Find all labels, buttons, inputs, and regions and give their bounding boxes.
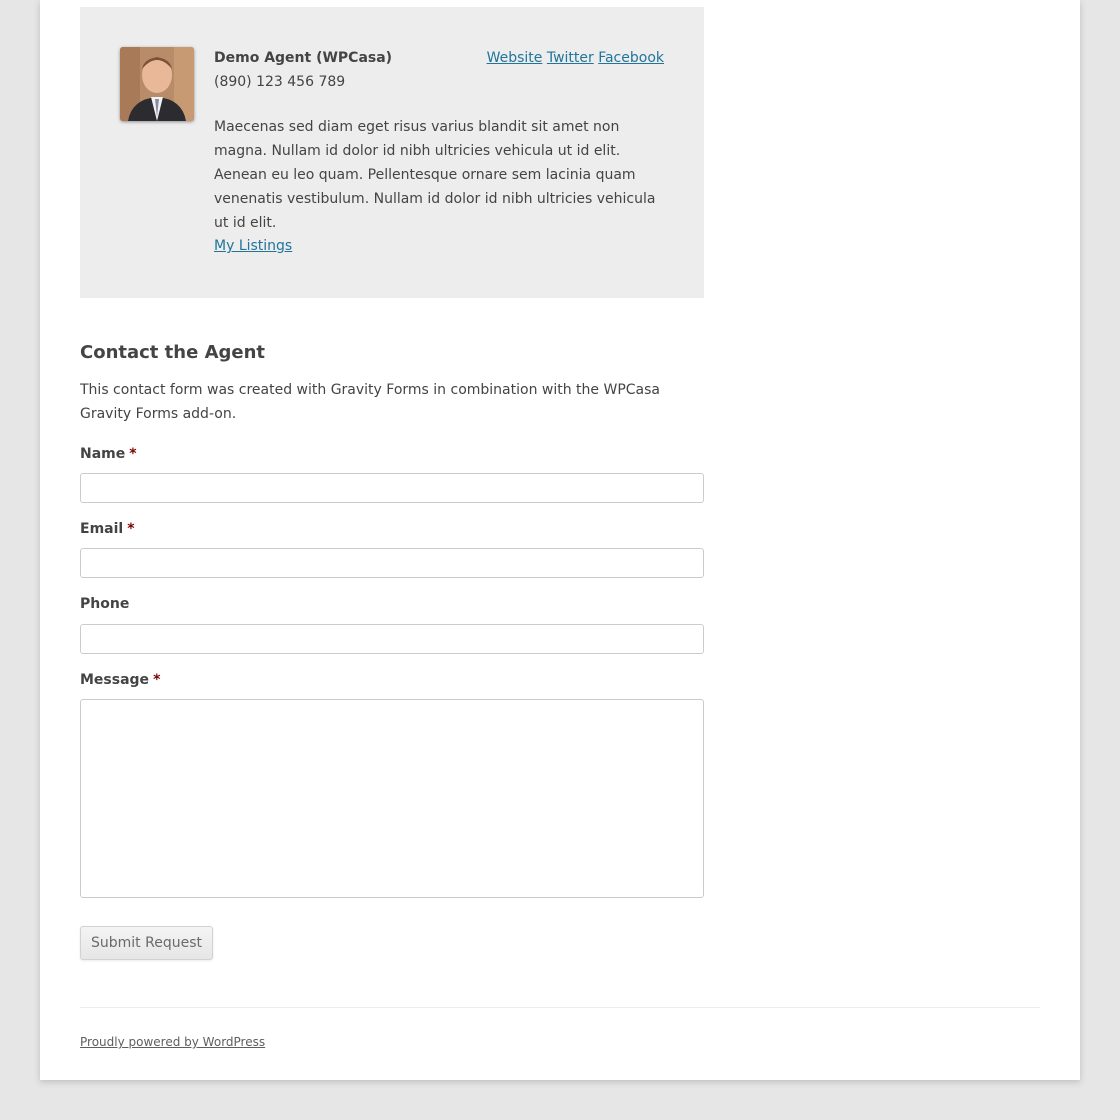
phone-input[interactable] (80, 624, 704, 654)
agent-twitter-link[interactable]: Twitter (547, 50, 594, 66)
agent-bio: Maecenas sed diam eget risus varius blan… (214, 119, 656, 231)
email-input[interactable] (80, 548, 704, 578)
my-listings-link[interactable]: My Listings (214, 238, 292, 254)
message-label-text: Message (80, 672, 150, 688)
required-marker: * (129, 446, 137, 462)
agent-name: Demo Agent (WPCasa) (214, 50, 393, 66)
name-field-label: Name * (80, 446, 137, 462)
email-label-text: Email (80, 521, 124, 537)
footer-divider (80, 1007, 1040, 1008)
message-textarea[interactable] (80, 699, 704, 898)
agent-social-links: Website Twitter Facebook (487, 50, 664, 66)
agent-listings: My Listings (214, 238, 292, 254)
required-marker: * (153, 672, 161, 688)
agent-phone: (890) 123 456 789 (214, 74, 346, 90)
name-label-text: Name (80, 446, 126, 462)
message-field-label: Message * (80, 672, 160, 688)
contact-form-title: Contact the Agent (80, 342, 266, 363)
page-container: Demo Agent (WPCasa) (890) 123 456 789 We… (40, 0, 1080, 1080)
contact-form-description: This contact form was created with Gravi… (80, 382, 660, 422)
agent-avatar (120, 47, 194, 121)
powered-by-wordpress-link[interactable]: Proudly powered by WordPress (80, 1035, 265, 1049)
phone-field-label: Phone (80, 596, 129, 612)
required-marker: * (127, 521, 135, 537)
agent-facebook-link[interactable]: Facebook (598, 50, 664, 66)
agent-website-link[interactable]: Website (487, 50, 543, 66)
name-input[interactable] (80, 473, 704, 503)
phone-label-text: Phone (80, 596, 130, 612)
agent-profile-box: Demo Agent (WPCasa) (890) 123 456 789 We… (80, 7, 704, 298)
submit-request-button[interactable]: Submit Request (80, 926, 213, 960)
email-field-label: Email * (80, 521, 135, 537)
agent-photo-image (120, 47, 194, 121)
